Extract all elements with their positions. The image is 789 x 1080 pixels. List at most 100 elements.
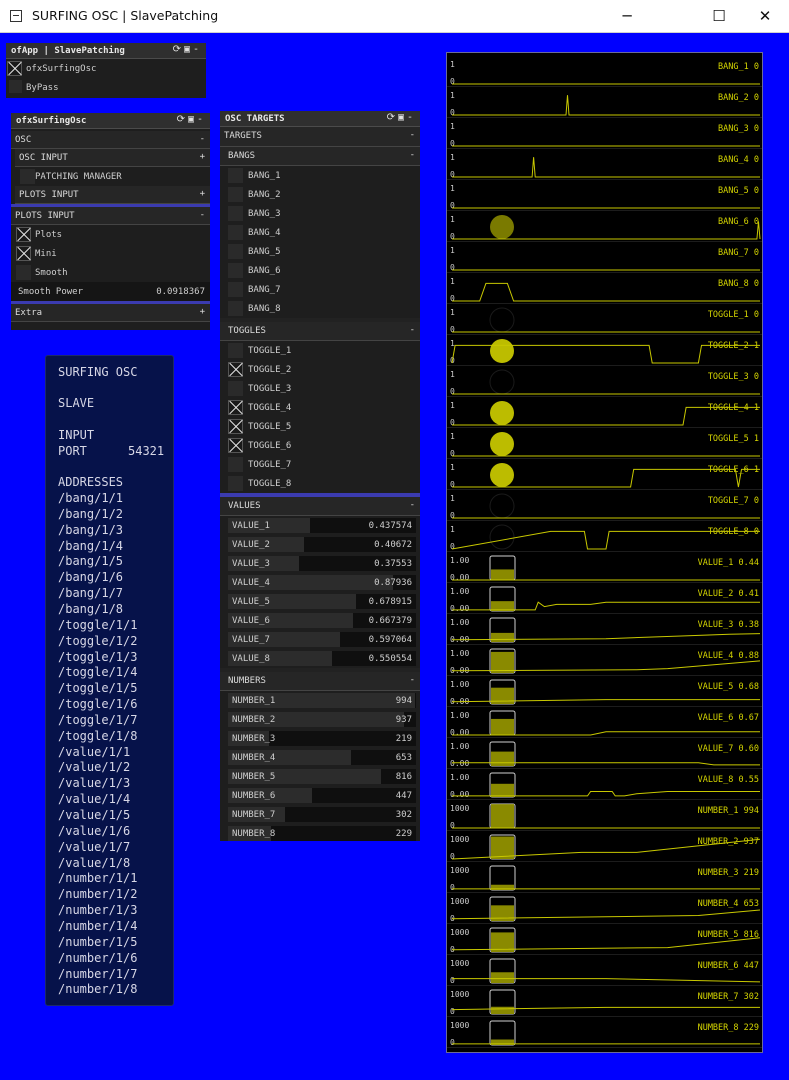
expand-icon[interactable]: + [200, 307, 205, 317]
bang-row[interactable]: BANG_1 [220, 166, 420, 185]
number-slider[interactable]: NUMBER_7 302 [220, 805, 420, 824]
value-slider[interactable]: VALUE_6 0.667379 [220, 611, 420, 630]
number-slider[interactable]: NUMBER_2 937 [220, 710, 420, 729]
checkbox-icon[interactable] [7, 61, 22, 76]
checkbox-icon[interactable] [16, 265, 31, 280]
number-slider[interactable]: NUMBER_1 994 [220, 691, 420, 710]
toggle-row[interactable]: TOGGLE_6 [220, 436, 420, 455]
group-bangs[interactable]: BANGS - [220, 147, 420, 166]
bang-row[interactable]: BANG_7 [220, 280, 420, 299]
checkbox-icon[interactable] [16, 246, 31, 261]
group-plots-input[interactable]: PLOTS INPUT + [15, 186, 210, 204]
checkbox-icon[interactable] [228, 476, 243, 491]
window-title-bar: SURFING OSC | SlavePatching ─ ☐ ✕ [0, 0, 789, 33]
group-toggles[interactable]: TOGGLES - [220, 322, 420, 341]
toggle-bypass[interactable]: ByPass [6, 78, 206, 97]
checkbox-icon[interactable] [228, 381, 243, 396]
collapse-icon[interactable]: - [410, 130, 415, 140]
panel-header-icons[interactable]: ⟳▣- [177, 114, 206, 125]
ofapp-panel-header[interactable]: ofApp | SlavePatching ⟳▣- [6, 43, 206, 59]
value-slider[interactable]: VALUE_2 0.40672 [220, 535, 420, 554]
number-slider[interactable]: NUMBER_3 219 [220, 729, 420, 748]
toggle-row[interactable]: TOGGLE_7 [220, 455, 420, 474]
bang-row[interactable]: BANG_4 [220, 223, 420, 242]
toggle-plots[interactable]: Plots [11, 225, 210, 244]
collapse-icon[interactable]: - [410, 325, 415, 335]
group-extra[interactable]: Extra + [11, 304, 210, 322]
checkbox-icon[interactable] [16, 227, 31, 242]
plot-min-label: 0.00 [450, 573, 469, 582]
number-slider[interactable]: NUMBER_5 816 [220, 767, 420, 786]
address-item: /bang/1/2 [58, 506, 124, 521]
slider-value: 0.437574 [368, 521, 412, 531]
checkbox-icon[interactable] [9, 80, 22, 93]
checkbox-icon[interactable] [228, 419, 243, 434]
collapse-icon[interactable]: - [410, 675, 415, 685]
checkbox-icon[interactable] [228, 457, 243, 472]
checkbox-icon[interactable] [228, 225, 243, 240]
minimize-button[interactable]: ─ [604, 0, 650, 32]
toggle-row[interactable]: TOGGLE_5 [220, 417, 420, 436]
group-osc[interactable]: OSC - [11, 131, 210, 149]
value-slider[interactable]: VALUE_7 0.597064 [220, 630, 420, 649]
toggle-row[interactable]: TOGGLE_4 [220, 398, 420, 417]
plot-row: 1 0 TOGGLE_3 0 [447, 369, 762, 397]
checkbox-icon[interactable] [228, 206, 243, 221]
plot-trace [452, 282, 760, 302]
bang-row[interactable]: BANG_5 [220, 242, 420, 261]
toggle-ofxsurfingosc[interactable]: ofxSurfingOsc [6, 59, 206, 78]
checkbox-icon[interactable] [228, 438, 243, 453]
panel-header-icons[interactable]: ⟳▣- [387, 112, 416, 123]
toggle-mini[interactable]: Mini [11, 244, 210, 263]
value-slider[interactable]: VALUE_3 0.37553 [220, 554, 420, 573]
checkbox-icon[interactable] [20, 169, 35, 184]
toggle-row[interactable]: TOGGLE_8 [220, 474, 420, 493]
bang-row[interactable]: BANG_8 [220, 299, 420, 318]
value-slider[interactable]: VALUE_4 0.87936 [220, 573, 420, 592]
checkbox-icon[interactable] [228, 282, 243, 297]
collapse-icon[interactable]: - [200, 210, 205, 220]
close-button[interactable]: ✕ [742, 0, 788, 32]
osc-targets-header[interactable]: OSC TARGETS ⟳▣- [220, 111, 420, 127]
bang-row[interactable]: BANG_2 [220, 185, 420, 204]
value-slider[interactable]: VALUE_8 0.550554 [220, 649, 420, 668]
checkbox-icon[interactable] [228, 343, 243, 358]
toggle-row[interactable]: TOGGLE_1 [220, 341, 420, 360]
group-targets[interactable]: TARGETS - [220, 127, 420, 147]
checkbox-icon[interactable] [228, 244, 243, 259]
bang-row[interactable]: BANG_6 [220, 261, 420, 280]
toggle-smooth[interactable]: Smooth [11, 263, 210, 282]
group-values[interactable]: VALUES - [220, 497, 420, 516]
maximize-button[interactable]: ☐ [696, 0, 742, 32]
group-numbers[interactable]: NUMBERS - [220, 672, 420, 691]
checkbox-icon[interactable] [228, 301, 243, 316]
bang-row[interactable]: BANG_3 [220, 204, 420, 223]
checkbox-icon[interactable] [228, 187, 243, 202]
smooth-power-slider[interactable]: Smooth Power 0.0918367 [11, 282, 210, 301]
surfing-osc-panel-header[interactable]: ofxSurfingOsc ⟳▣- [11, 113, 210, 129]
collapse-icon[interactable]: - [200, 134, 205, 144]
group-plots-input-expanded[interactable]: PLOTS INPUT - [11, 207, 210, 225]
collapse-icon[interactable]: - [410, 150, 415, 160]
panel-header-icons[interactable]: ⟳▣- [173, 44, 202, 55]
plot-max-label: 1000 [450, 866, 469, 875]
slider-value: 0.667379 [368, 616, 412, 626]
number-slider[interactable]: NUMBER_8 229 [220, 824, 420, 843]
collapse-icon[interactable]: - [410, 500, 415, 510]
plot-min-label: 0.00 [450, 790, 469, 799]
slider-value: 447 [395, 791, 412, 801]
checkbox-icon[interactable] [228, 400, 243, 415]
checkbox-icon[interactable] [228, 263, 243, 278]
value-slider[interactable]: VALUE_1 0.437574 [220, 516, 420, 535]
toggle-row[interactable]: TOGGLE_2 [220, 360, 420, 379]
value-slider[interactable]: VALUE_5 0.678915 [220, 592, 420, 611]
expand-icon[interactable]: + [200, 152, 205, 162]
toggle-row[interactable]: TOGGLE_3 [220, 379, 420, 398]
group-osc-input[interactable]: OSC INPUT + [15, 149, 210, 167]
number-slider[interactable]: NUMBER_4 653 [220, 748, 420, 767]
checkbox-icon[interactable] [228, 168, 243, 183]
checkbox-icon[interactable] [228, 362, 243, 377]
toggle-patching-manager[interactable]: PATCHING MANAGER [15, 167, 210, 186]
expand-icon[interactable]: + [200, 189, 205, 199]
number-slider[interactable]: NUMBER_6 447 [220, 786, 420, 805]
